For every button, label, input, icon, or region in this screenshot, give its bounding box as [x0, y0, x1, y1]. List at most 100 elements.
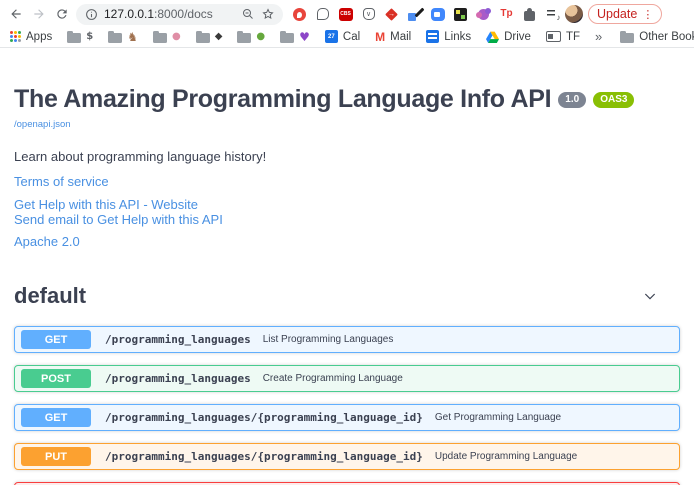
api-description: Learn about programming language history…	[14, 149, 680, 164]
bookmark-label: TF	[566, 31, 580, 43]
endpoint-summary: Update Programming Language	[435, 451, 577, 462]
back-icon[interactable]	[7, 5, 25, 23]
update-label: Update	[597, 7, 637, 21]
page-info-icon[interactable]	[85, 8, 98, 21]
bookmark-folder-brain[interactable]: ●	[153, 31, 181, 43]
brain-emoji: ●	[172, 32, 181, 42]
chevron-down-icon[interactable]	[642, 288, 680, 304]
bookmarks-overflow-chevron-icon[interactable]: »	[595, 29, 602, 44]
license-link[interactable]: Apache 2.0	[14, 234, 680, 249]
folder-icon	[237, 33, 251, 43]
zoom-out-icon[interactable]	[242, 8, 254, 20]
horse-emoji: ♞	[127, 31, 138, 43]
bookmark-folder-graduation[interactable]: ◆	[196, 31, 223, 43]
bookmark-star-icon[interactable]	[262, 8, 274, 20]
gmail-icon: M	[375, 31, 385, 43]
folder-icon	[196, 33, 210, 43]
endpoint-path: /programming_languages/{programming_lang…	[105, 411, 423, 424]
swagger-page: The Amazing Programming Language Info AP…	[0, 48, 694, 485]
dollar-emoji: $	[86, 32, 93, 42]
help-email-link[interactable]: Send email to Get Help with this API	[14, 212, 680, 227]
endpoint-summary: Get Programming Language	[435, 412, 561, 423]
api-info: The Amazing Programming Language Info AP…	[14, 48, 680, 249]
endpoint-path: /programming_languages	[105, 372, 251, 385]
extensions-row: CBS ∨ → Tp	[292, 7, 560, 22]
bookmark-label: Links	[444, 31, 471, 43]
calendar-icon: 27	[325, 30, 338, 43]
method-badge: GET	[21, 330, 91, 349]
endpoint-row-get-one[interactable]: GET /programming_languages/{programming_…	[14, 404, 680, 431]
bookmark-label: Mail	[390, 31, 411, 43]
browser-toolbar: 127.0.0.1:8000/docs CBS ∨ → Tp Update ⋮	[0, 0, 694, 28]
bookmark-folder-heart[interactable]: ♥	[280, 31, 310, 43]
bookmark-tf[interactable]: TF	[546, 31, 580, 43]
oas3-badge: OAS3	[593, 92, 634, 108]
qr-code-extension-icon[interactable]	[453, 7, 468, 22]
bookmark-folder-dollar[interactable]: $	[67, 31, 93, 43]
version-badge: 1.0	[558, 92, 586, 108]
purple-heart-emoji: ♥	[299, 31, 310, 43]
bookmark-drive[interactable]: Drive	[486, 31, 531, 43]
address-bar[interactable]: 127.0.0.1:8000/docs	[76, 4, 283, 25]
endpoint-path: /programming_languages/{programming_lang…	[105, 450, 423, 463]
help-website-link[interactable]: Get Help with this API - Website	[14, 197, 680, 212]
playlist-extension-icon[interactable]	[545, 7, 560, 22]
bookmark-apps[interactable]: Apps	[10, 31, 52, 43]
endpoint-row-post-create[interactable]: POST /programming_languages Create Progr…	[14, 365, 680, 392]
bookmark-label: Apps	[26, 31, 52, 43]
apps-grid-icon	[10, 31, 21, 42]
endpoint-row-put-update[interactable]: PUT /programming_languages/{programming_…	[14, 443, 680, 470]
bookmark-folder-leaf[interactable]: ●	[237, 31, 265, 43]
method-badge: PUT	[21, 447, 91, 466]
update-button[interactable]: Update ⋮	[588, 4, 662, 24]
endpoint-summary: Create Programming Language	[263, 373, 403, 384]
endpoint-row-get-list[interactable]: GET /programming_languages List Programm…	[14, 326, 680, 353]
tp-extension-icon[interactable]: Tp	[499, 7, 514, 22]
browser-menu-icon[interactable]: ⋮	[642, 8, 653, 21]
cbs-extension-icon[interactable]: CBS	[338, 7, 353, 22]
color-picker-extension-icon[interactable]	[407, 7, 422, 22]
drive-icon	[486, 31, 499, 43]
profile-avatar[interactable]	[565, 5, 583, 23]
folder-icon	[280, 33, 294, 43]
folder-icon	[620, 33, 634, 43]
forward-icon[interactable]	[30, 5, 48, 23]
leaf-emoji: ●	[256, 32, 265, 42]
tf-icon	[546, 31, 561, 42]
folder-icon	[108, 33, 122, 43]
bookmark-label: Other Bookmarks	[639, 31, 694, 43]
url-path: :8000/docs	[154, 7, 213, 21]
bookmark-folder-horse[interactable]: ♞	[108, 31, 138, 43]
bookmark-label: Drive	[504, 31, 531, 43]
endpoint-summary: List Programming Languages	[263, 334, 394, 345]
video-camera-extension-icon[interactable]	[430, 7, 445, 22]
endpoint-path: /programming_languages	[105, 333, 251, 346]
links-icon	[426, 30, 439, 43]
chat-bubble-extension-icon[interactable]	[315, 7, 330, 22]
other-bookmarks[interactable]: Other Bookmarks	[620, 31, 694, 43]
url-text[interactable]: 127.0.0.1:8000/docs	[104, 7, 213, 21]
method-badge: POST	[21, 369, 91, 388]
bookmarks-bar: Apps $ ♞ ● ◆ ● ♥ 27 Cal M Mail Links Dri	[0, 28, 694, 48]
bookmark-mail[interactable]: M Mail	[375, 31, 411, 43]
red-diamond-extension-icon[interactable]: →	[384, 7, 399, 22]
method-badge: GET	[21, 408, 91, 427]
bookmark-cal[interactable]: 27 Cal	[325, 30, 360, 43]
bookmark-links[interactable]: Links	[426, 30, 471, 43]
purple-flower-extension-icon[interactable]	[476, 7, 491, 22]
bookmark-label: Cal	[343, 31, 360, 43]
terms-of-service-link[interactable]: Terms of service	[14, 174, 680, 189]
openapi-spec-link[interactable]: /openapi.json	[14, 119, 71, 130]
red-drop-extension-icon[interactable]	[292, 7, 307, 22]
operations-list: GET /programming_languages List Programm…	[14, 326, 680, 485]
tag-section-header[interactable]: default	[14, 277, 680, 315]
graduation-cap-emoji: ◆	[215, 32, 223, 42]
tag-section-title: default	[14, 283, 86, 309]
page-title: The Amazing Programming Language Info AP…	[14, 85, 551, 114]
puzzle-extension-icon[interactable]	[522, 7, 537, 22]
url-host: 127.0.0.1	[104, 7, 154, 21]
refresh-icon[interactable]	[53, 5, 71, 23]
folder-icon	[67, 33, 81, 43]
pocket-extension-icon[interactable]: ∨	[361, 7, 376, 22]
folder-icon	[153, 33, 167, 43]
